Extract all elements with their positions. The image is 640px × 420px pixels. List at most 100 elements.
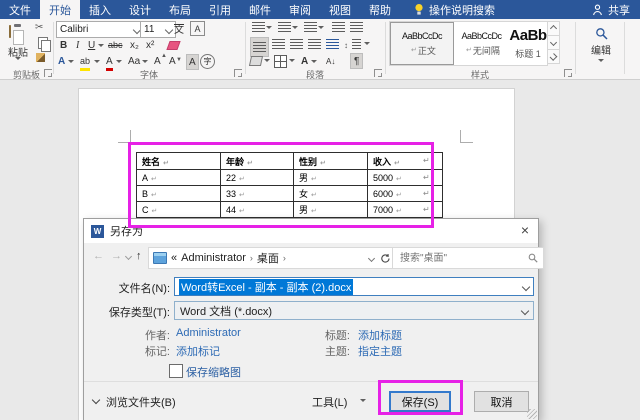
browse-folders-chevron-icon[interactable] xyxy=(91,395,101,405)
styles-scroll-down[interactable] xyxy=(547,36,560,50)
close-icon[interactable]: × xyxy=(521,222,529,238)
tab-view[interactable]: 视图 xyxy=(320,0,360,19)
share-button[interactable]: 共享 xyxy=(582,0,640,19)
tell-me-search[interactable]: 操作说明搜索 xyxy=(406,0,503,19)
subject-value[interactable]: 指定主题 xyxy=(358,343,402,359)
table-cell[interactable]: 6000 ↵ xyxy=(367,185,443,202)
title-value[interactable]: 添加标题 xyxy=(358,327,402,343)
grow-font-button[interactable]: A xyxy=(154,54,161,68)
shading-dropdown-icon[interactable] xyxy=(264,59,270,62)
table-cell[interactable]: 性别 ↵ xyxy=(293,152,368,170)
nav-history-chevron-icon[interactable] xyxy=(124,252,133,261)
align-left-button[interactable] xyxy=(250,37,269,57)
styles-gallery-more[interactable] xyxy=(547,50,560,64)
tab-help[interactable]: 帮助 xyxy=(360,0,400,19)
shrink-font-button[interactable]: A xyxy=(169,54,176,68)
text-effects-button[interactable]: A xyxy=(58,54,65,68)
tags-value[interactable]: 添加标记 xyxy=(176,343,220,359)
asian-layout-dropdown-icon[interactable] xyxy=(311,60,317,63)
styles-scroll-up[interactable] xyxy=(547,21,560,36)
style-normal[interactable]: AaBbCcDc ↵ 正文 xyxy=(390,22,454,65)
table-cell[interactable]: 收入 ↵ xyxy=(367,152,443,170)
show-hide-pilcrow-button[interactable]: ¶ xyxy=(350,53,364,69)
highlight-dropdown-icon[interactable] xyxy=(94,60,100,63)
shading-icon[interactable] xyxy=(248,56,264,66)
forward-arrow-icon[interactable]: → xyxy=(111,250,122,262)
breadcrumb-collapse[interactable]: « xyxy=(171,252,177,264)
format-painter-icon[interactable] xyxy=(36,53,45,62)
tools-dropdown-icon[interactable] xyxy=(360,399,366,402)
search-box[interactable] xyxy=(392,247,544,269)
save-thumbnail-checkbox[interactable] xyxy=(169,364,183,378)
table-cell[interactable]: A ↵ xyxy=(136,169,221,186)
breadcrumb-dropdown-icon[interactable] xyxy=(367,254,376,262)
paste-dropdown-icon[interactable] xyxy=(15,57,21,60)
copy-icon[interactable] xyxy=(38,37,51,52)
asian-layout-button[interactable]: A xyxy=(301,54,308,68)
browse-folders-toggle[interactable]: 浏览文件夹(B) xyxy=(106,394,176,410)
line-spacing-button[interactable]: ↕ xyxy=(344,38,348,52)
cancel-button[interactable]: 取消 xyxy=(474,391,529,412)
multilevel-dropdown-icon[interactable] xyxy=(318,26,324,29)
table-cell[interactable]: 5000 ↵ xyxy=(367,169,443,186)
table-cell[interactable]: 33 ↵ xyxy=(220,185,294,202)
chevron-down-icon[interactable] xyxy=(520,306,530,315)
change-case-dropdown-icon[interactable] xyxy=(142,60,148,63)
font-size-combo[interactable]: 11 xyxy=(140,21,176,38)
tools-dropdown[interactable]: 工具(L) xyxy=(312,394,347,410)
table-cell[interactable]: 7000 ↵ xyxy=(367,201,443,218)
up-arrow-icon[interactable]: ↑ xyxy=(136,250,142,262)
table-cell[interactable]: 男 ↵ xyxy=(293,169,368,186)
breadcrumb-item[interactable]: 桌面 xyxy=(257,250,279,266)
italic-button[interactable]: I xyxy=(76,38,79,52)
chevron-down-icon[interactable] xyxy=(521,282,531,291)
breadcrumb-item[interactable]: Administrator xyxy=(181,252,246,264)
change-case-button[interactable]: Aa xyxy=(128,54,140,68)
increase-indent-icon[interactable] xyxy=(350,22,363,32)
align-center-icon[interactable] xyxy=(272,39,285,49)
cut-icon[interactable]: ✂ xyxy=(35,22,43,33)
author-value[interactable]: Administrator xyxy=(176,327,241,339)
enclose-characters-button[interactable]: 字 xyxy=(200,54,215,69)
filename-value[interactable]: Word转Excel - 副本 - 副本 (2).docx xyxy=(179,278,354,295)
paste-icon[interactable] xyxy=(9,25,11,38)
multilevel-list-icon[interactable] xyxy=(304,22,317,32)
table-cell[interactable]: 男 ↵ xyxy=(293,201,368,218)
table-cell[interactable]: 22 ↵ xyxy=(220,169,294,186)
align-right-icon[interactable] xyxy=(290,39,303,49)
breadcrumb[interactable]: « Administrator › 桌面 › xyxy=(148,247,396,269)
decrease-indent-icon[interactable] xyxy=(332,22,345,32)
phonetic-guide-icon[interactable]: 文 xyxy=(174,21,184,36)
distribute-icon[interactable] xyxy=(326,39,339,49)
tab-review[interactable]: 审阅 xyxy=(280,0,320,19)
savetype-combo[interactable]: Word 文档 (*.docx) xyxy=(174,301,534,320)
line-spacing-dropdown-icon[interactable] xyxy=(364,42,370,45)
tab-insert[interactable]: 插入 xyxy=(80,0,120,19)
bullets-dropdown-icon[interactable] xyxy=(266,26,272,29)
styles-dialog-launcher[interactable] xyxy=(564,69,572,77)
style-no-spacing[interactable]: AaBbCcDc ↵ 无间隔 xyxy=(454,22,509,65)
character-border-icon[interactable]: A xyxy=(190,21,205,36)
table-cell[interactable]: 姓名 ↵ xyxy=(136,152,221,170)
filename-combo[interactable]: Word转Excel - 副本 - 副本 (2).docx xyxy=(174,277,534,296)
paragraph-dialog-launcher[interactable] xyxy=(374,69,382,77)
tab-layout[interactable]: 布局 xyxy=(160,0,200,19)
bullets-icon[interactable] xyxy=(252,22,265,32)
resize-grip[interactable] xyxy=(527,409,537,419)
font-color-dropdown-icon[interactable] xyxy=(116,60,122,63)
tab-mailings[interactable]: 邮件 xyxy=(240,0,280,19)
borders-icon[interactable] xyxy=(274,55,287,68)
justify-icon[interactable] xyxy=(308,39,321,49)
numbering-dropdown-icon[interactable] xyxy=(292,26,298,29)
table-cell[interactable]: 女 ↵ xyxy=(293,185,368,202)
font-dialog-launcher[interactable] xyxy=(234,69,242,77)
underline-dropdown-icon[interactable] xyxy=(98,44,104,47)
superscript-button[interactable]: x² xyxy=(146,38,154,52)
font-family-combo[interactable]: Calibri xyxy=(56,21,144,38)
sort-button[interactable]: A↓ xyxy=(326,54,335,68)
tab-file[interactable]: 文件 xyxy=(0,0,40,19)
table-cell[interactable]: B ↵ xyxy=(136,185,221,202)
strikethrough-button[interactable]: abc xyxy=(108,38,123,52)
table-cell[interactable]: 年龄 ↵ xyxy=(220,152,294,170)
subscript-button[interactable]: x₂ xyxy=(130,38,139,52)
